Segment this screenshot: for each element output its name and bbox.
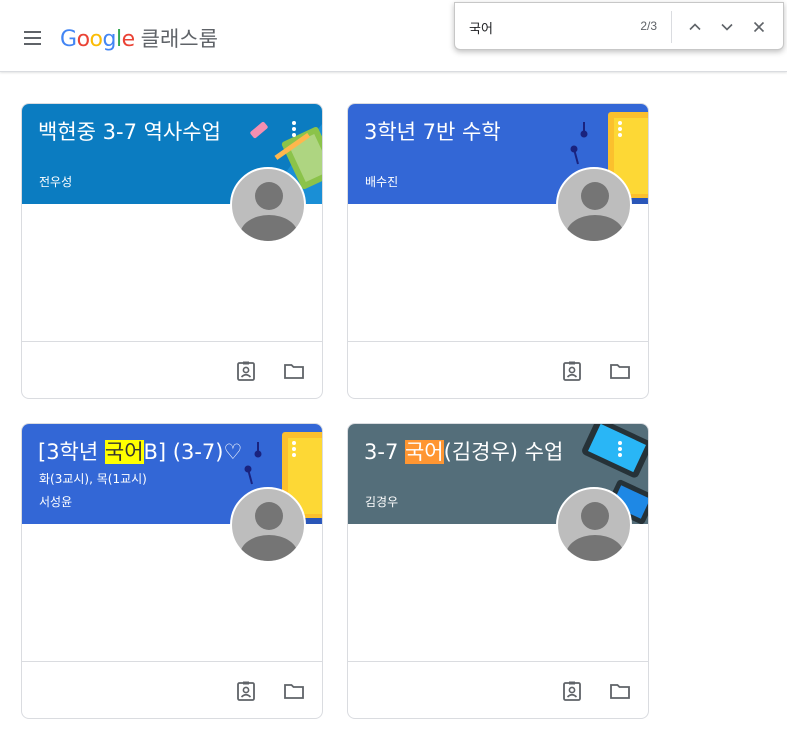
teacher-name: 전우성 (39, 175, 73, 189)
hamburger-menu-icon[interactable] (20, 26, 44, 50)
teacher-name: 배수진 (365, 175, 399, 189)
more-vert-icon[interactable] (288, 440, 300, 464)
card-footer-divider (22, 661, 322, 662)
chevron-down-icon[interactable] (715, 15, 739, 39)
card-footer-divider (22, 341, 322, 342)
find-highlight: 국어 (104, 440, 144, 464)
more-vert-icon[interactable] (614, 120, 626, 144)
assignment-ind-icon[interactable] (560, 679, 584, 703)
assignment-ind-icon[interactable] (234, 359, 258, 383)
teacher-avatar (230, 167, 306, 243)
class-card[interactable]: 3-7 국어(김경우) 수업 김경우 (347, 423, 649, 719)
more-vert-icon[interactable] (614, 440, 626, 464)
title-part: B] (3-7)♡ (143, 440, 243, 464)
class-section: 화(3교시), 목(1교시) (39, 472, 147, 486)
assignment-ind-icon[interactable] (560, 359, 584, 383)
close-icon[interactable] (747, 15, 771, 39)
teacher-avatar (230, 487, 306, 563)
class-card[interactable]: 백현중 3-7 역사수업 전우성 (21, 103, 323, 399)
assignment-ind-icon[interactable] (234, 679, 258, 703)
title-part: [3학년 (38, 440, 105, 464)
class-card[interactable]: [3학년 국어B] (3-7)♡ 화(3교시), 목(1교시) 서성윤 (21, 423, 323, 719)
title-part: 3-7 (364, 440, 405, 464)
card-footer-divider (348, 341, 648, 342)
folder-icon[interactable] (282, 679, 306, 703)
class-title[interactable]: 백현중 3-7 역사수업 (38, 116, 221, 146)
class-title[interactable]: 3학년 7반 수학 (364, 116, 501, 146)
classroom-brand[interactable]: Google 클래스룸 (60, 23, 218, 53)
class-title[interactable]: 3-7 국어(김경우) 수업 (364, 436, 563, 466)
teacher-name: 서성윤 (39, 495, 73, 509)
teacher-avatar (556, 167, 632, 243)
more-vert-icon[interactable] (288, 120, 300, 144)
app-name: 클래스룸 (140, 27, 218, 51)
teacher-avatar (556, 487, 632, 563)
card-footer-divider (348, 661, 648, 662)
find-in-page-bar: 2/3 (454, 2, 784, 50)
find-input[interactable] (469, 16, 629, 38)
folder-icon[interactable] (282, 359, 306, 383)
class-card[interactable]: 3학년 7반 수학 배수진 (347, 103, 649, 399)
title-part: (김경우) 수업 (443, 440, 564, 464)
chevron-up-icon[interactable] (683, 15, 707, 39)
class-title[interactable]: [3학년 국어B] (3-7)♡ (38, 436, 242, 466)
find-divider (671, 11, 672, 43)
google-logo: Google (60, 27, 135, 52)
teacher-name: 김경우 (365, 495, 399, 509)
find-highlight-active: 국어 (404, 440, 444, 464)
folder-icon[interactable] (608, 359, 632, 383)
find-match-count: 2/3 (640, 19, 657, 33)
folder-icon[interactable] (608, 679, 632, 703)
